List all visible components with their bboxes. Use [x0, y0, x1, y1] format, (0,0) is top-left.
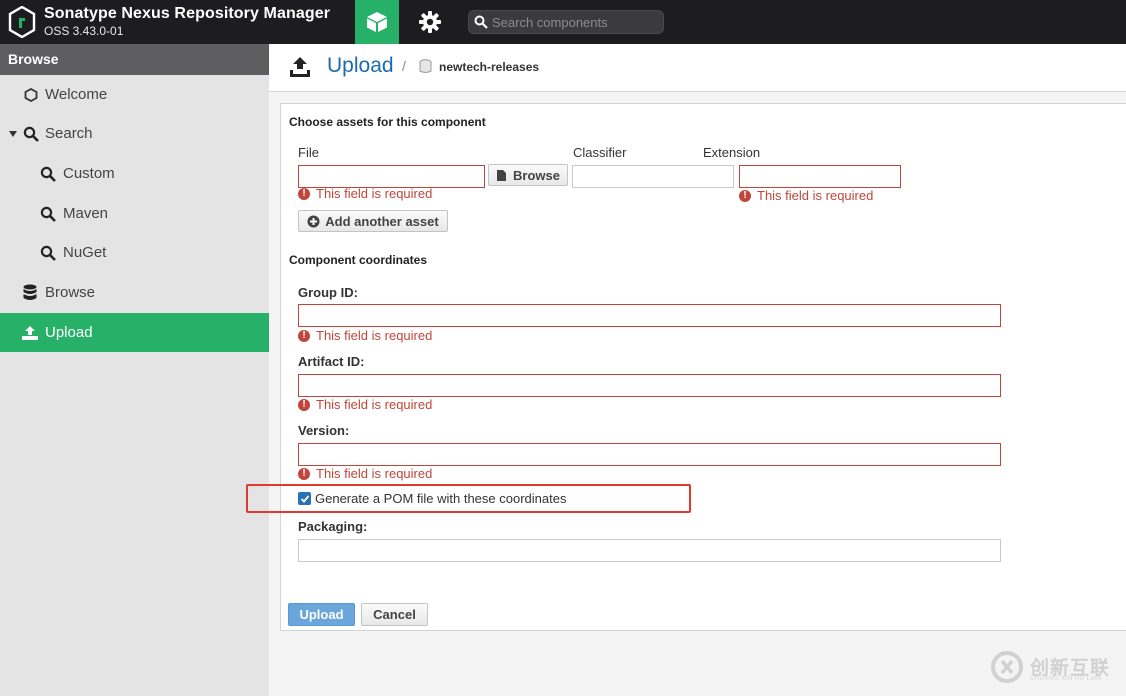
file-icon — [497, 169, 507, 181]
file-error: ! This field is required — [298, 186, 432, 201]
watermark-logo-icon — [991, 651, 1023, 683]
extension-label: Extension — [703, 145, 761, 160]
assets-section-title: Choose assets for this component — [289, 115, 486, 129]
sidebar-item-browse[interactable]: Browse — [0, 273, 269, 312]
version-error: ! This field is required — [298, 466, 432, 481]
page-header: Upload / newtech-releases — [269, 44, 1126, 92]
classifier-label: Classifier — [573, 145, 627, 160]
group-id-error: ! This field is required — [298, 328, 432, 343]
coordinates-section-title: Component coordinates — [289, 253, 428, 267]
search-icon — [474, 15, 488, 29]
add-another-asset-button[interactable]: Add another asset — [298, 210, 448, 232]
search-icon — [39, 244, 57, 262]
error-icon: ! — [298, 187, 310, 200]
database-icon — [21, 284, 39, 302]
error-text: This field is required — [316, 328, 433, 343]
cancel-button[interactable]: Cancel — [361, 603, 428, 626]
upload-icon — [21, 324, 39, 342]
sidebar-item-label: Custom — [63, 165, 115, 182]
classifier-input[interactable] — [572, 165, 734, 188]
sidebar-item-label: Search — [45, 125, 93, 142]
packaging-input[interactable] — [298, 539, 1001, 562]
page-title: Upload — [327, 54, 394, 77]
error-text: This field is required — [316, 397, 433, 412]
sidebar-item-label: Welcome — [45, 86, 108, 103]
artifact-id-error: ! This field is required — [298, 397, 432, 412]
browse-label: Browse — [513, 167, 560, 183]
sidebar-header: Browse — [0, 44, 269, 75]
sidebar-item-upload[interactable]: Upload — [0, 313, 269, 352]
administration-button[interactable] — [408, 0, 452, 44]
error-text: This field is required — [757, 188, 874, 203]
extension-error: ! This field is required — [739, 188, 873, 203]
caret-down-icon[interactable] — [4, 125, 22, 143]
group-id-input[interactable] — [298, 304, 1001, 327]
gear-icon — [419, 11, 441, 33]
sidebar-item-label: Upload — [45, 324, 93, 341]
upload-button[interactable]: Upload — [288, 603, 355, 626]
search-icon — [22, 125, 40, 143]
sidebar-item-label: NuGet — [63, 244, 107, 261]
sidebar-item-welcome[interactable]: Welcome — [0, 75, 269, 114]
repository-icon — [419, 59, 432, 73]
hexagon-icon — [22, 86, 40, 104]
file-label: File — [298, 145, 319, 160]
add-asset-label: Add another asset — [325, 213, 439, 229]
cube-icon — [367, 12, 387, 32]
search-components-box[interactable] — [468, 10, 664, 34]
extension-input[interactable] — [739, 165, 901, 188]
sidebar-item-maven[interactable]: Maven — [0, 194, 269, 233]
breadcrumb-separator: / — [402, 58, 406, 74]
artifact-id-label: Artifact ID: — [298, 354, 365, 369]
search-components-input[interactable] — [492, 13, 660, 31]
top-bar: Sonatype Nexus Repository Manager OSS 3.… — [0, 0, 1126, 44]
app-title: Sonatype Nexus Repository Manager — [44, 5, 331, 22]
search-icon — [39, 165, 57, 183]
nexus-logo-icon[interactable] — [8, 6, 36, 38]
browse-mode-button[interactable] — [355, 0, 399, 44]
breadcrumb-repository[interactable]: newtech-releases — [439, 60, 539, 74]
plus-circle-icon — [307, 215, 320, 227]
error-text: This field is required — [316, 186, 433, 201]
version-input[interactable] — [298, 443, 1001, 466]
error-icon: ! — [298, 467, 310, 480]
sidebar-item-label: Browse — [45, 284, 96, 301]
file-input[interactable] — [298, 165, 485, 188]
version-label: Version: — [298, 423, 350, 438]
error-icon: ! — [298, 398, 310, 411]
artifact-id-input[interactable] — [298, 374, 1001, 397]
packaging-label: Packaging: — [298, 519, 368, 534]
sidebar-item-nuget[interactable]: NuGet — [0, 233, 269, 272]
browse-file-button[interactable]: Browse — [488, 164, 568, 186]
error-icon: ! — [739, 189, 751, 202]
error-text: This field is required — [316, 466, 433, 481]
app-version: OSS 3.43.0-01 — [44, 24, 124, 38]
sidebar-item-custom[interactable]: Custom — [0, 154, 269, 193]
watermark-subtext: CHUANG XIN HU LIAN — [1030, 676, 1103, 682]
watermark: 创新互联 CHUANG XIN HU LIAN — [990, 650, 1120, 686]
group-id-label: Group ID: — [298, 285, 358, 300]
error-icon: ! — [298, 329, 310, 342]
upload-icon — [290, 57, 310, 77]
highlight-box — [246, 484, 691, 513]
search-icon — [39, 205, 57, 223]
sidebar-item-search[interactable]: Search — [0, 114, 269, 153]
sidebar-item-label: Maven — [63, 205, 109, 222]
